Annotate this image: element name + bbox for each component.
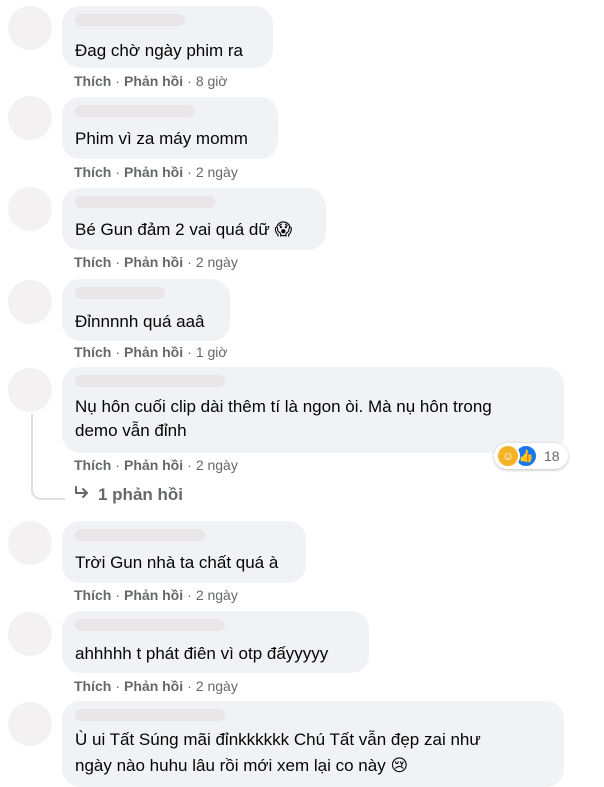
separator: ·	[187, 587, 192, 603]
comment-bubble: Đỉnnnnh quá aaâ	[62, 279, 230, 341]
separator: ·	[187, 678, 192, 694]
timestamp[interactable]: 2 ngày	[196, 587, 238, 603]
reply-button[interactable]: Phản hồi	[124, 678, 183, 694]
reply-button[interactable]: Phản hồi	[124, 457, 183, 473]
comment-actions: Thích · Phản hồi · 2 ngày	[74, 678, 238, 694]
author-name[interactable]	[75, 196, 215, 208]
separator: ·	[187, 254, 192, 270]
comment-text: Trời Gun nhà ta chất quá à	[75, 553, 279, 572]
comment-actions: Thích · Phản hồi · 2 ngày	[74, 164, 238, 180]
comment-bubble: ahhhhh t phát điên vì otp đấyyyyy	[62, 611, 369, 673]
comment-text-content: ngày nào huhu lâu rồi mới xem lại co này	[75, 756, 386, 775]
separator: ·	[115, 344, 121, 360]
like-button[interactable]: Thích	[74, 457, 111, 473]
comment-actions: Thích · Phản hồi · 8 giờ	[74, 73, 228, 89]
reaction-count: 18	[544, 448, 560, 464]
comment-bubble: Trời Gun nhà ta chất quá à	[62, 521, 306, 583]
comment-text-line: ngày nào huhu lâu rồi mới xem lại co này…	[75, 753, 408, 779]
reply-button[interactable]: Phản hồi	[124, 254, 183, 270]
timestamp[interactable]: 2 ngày	[196, 457, 238, 473]
comment-bubble: Bé Gun đảm 2 vai quá dữ 😱	[62, 188, 326, 250]
like-button[interactable]: Thích	[74, 678, 111, 694]
author-name[interactable]	[75, 375, 225, 387]
avatar[interactable]	[8, 612, 52, 656]
separator: ·	[115, 73, 121, 89]
comment-bubble: Nụ hôn cuối clip dài thêm tí là ngon òi.…	[62, 367, 564, 453]
author-name[interactable]	[75, 709, 225, 721]
separator: ·	[187, 73, 192, 89]
separator: ·	[115, 164, 121, 180]
crying-emoji-icon: 😢	[390, 756, 409, 775]
author-name[interactable]	[75, 14, 185, 26]
reply-button[interactable]: Phản hồi	[124, 73, 183, 89]
view-replies-label: 1 phản hồi	[98, 485, 183, 504]
comment-actions: Thích · Phản hồi · 2 ngày	[74, 254, 238, 270]
reply-button[interactable]: Phản hồi	[124, 164, 183, 180]
separator: ·	[115, 254, 121, 270]
like-button[interactable]: Thích	[74, 254, 111, 270]
comment-text: Đag chờ ngày phim ra	[75, 41, 244, 60]
avatar[interactable]	[8, 521, 52, 565]
avatar[interactable]	[8, 187, 52, 231]
timestamp[interactable]: 2 ngày	[196, 164, 238, 180]
reply-arrow-icon	[74, 485, 90, 505]
separator: ·	[187, 457, 192, 473]
timestamp[interactable]: 1 giờ	[196, 344, 228, 360]
separator: ·	[115, 457, 121, 473]
author-name[interactable]	[75, 529, 205, 541]
avatar[interactable]	[8, 702, 52, 746]
comment-actions: Thích · Phản hồi · 1 giờ	[74, 344, 228, 360]
avatar[interactable]	[8, 96, 52, 140]
like-button[interactable]: Thích	[74, 73, 111, 89]
author-name[interactable]	[75, 619, 225, 631]
author-name[interactable]	[75, 105, 195, 117]
comment-text-content: Bé Gun đảm 2 vai quá dữ	[75, 220, 270, 239]
haha-reaction-icon: ☺	[496, 444, 520, 468]
comment-text: Bé Gun đảm 2 vai quá dữ 😱	[75, 217, 292, 243]
comment-text: ahhhhh t phát điên vì otp đấyyyyy	[75, 644, 329, 663]
like-button[interactable]: Thích	[74, 164, 111, 180]
timestamp[interactable]: 8 giờ	[196, 73, 228, 89]
comment-text-line: Nụ hôn cuối clip dài thêm tí là ngon òi.…	[75, 397, 492, 416]
thread-line	[31, 414, 65, 500]
comment-text-line: demo vẫn đỉnh	[75, 421, 187, 440]
like-button[interactable]: Thích	[74, 344, 111, 360]
reply-button[interactable]: Phản hồi	[124, 344, 183, 360]
avatar[interactable]	[8, 280, 52, 324]
author-name[interactable]	[75, 287, 165, 299]
comment-text: Phim vì za máy momm	[75, 129, 248, 148]
comment-bubble: Phim vì za máy momm	[62, 97, 278, 159]
comment-text-line: Ù ui Tất Súng mãi đỉnkkkkkk Chú Tất vẫn …	[75, 730, 481, 749]
view-replies-link[interactable]: 1 phản hồi	[74, 485, 183, 505]
separator: ·	[115, 678, 121, 694]
comment-bubble: Đag chờ ngày phim ra	[62, 6, 273, 68]
comment-actions: Thích · Phản hồi · 2 ngày	[74, 587, 238, 603]
separator: ·	[187, 164, 192, 180]
timestamp[interactable]: 2 ngày	[196, 678, 238, 694]
reaction-summary[interactable]: ☺ 👍 18	[494, 443, 568, 469]
avatar[interactable]	[8, 6, 52, 50]
comment-bubble: Ù ui Tất Súng mãi đỉnkkkkkk Chú Tất vẫn …	[62, 701, 564, 787]
like-button[interactable]: Thích	[74, 587, 111, 603]
comment-text: Đỉnnnnh quá aaâ	[75, 312, 205, 331]
avatar[interactable]	[8, 368, 52, 412]
comment-actions: Thích · Phản hồi · 2 ngày	[74, 457, 238, 473]
scream-emoji-icon: 😱	[274, 220, 293, 239]
separator: ·	[187, 344, 192, 360]
separator: ·	[115, 587, 121, 603]
reply-button[interactable]: Phản hồi	[124, 587, 183, 603]
timestamp[interactable]: 2 ngày	[196, 254, 238, 270]
